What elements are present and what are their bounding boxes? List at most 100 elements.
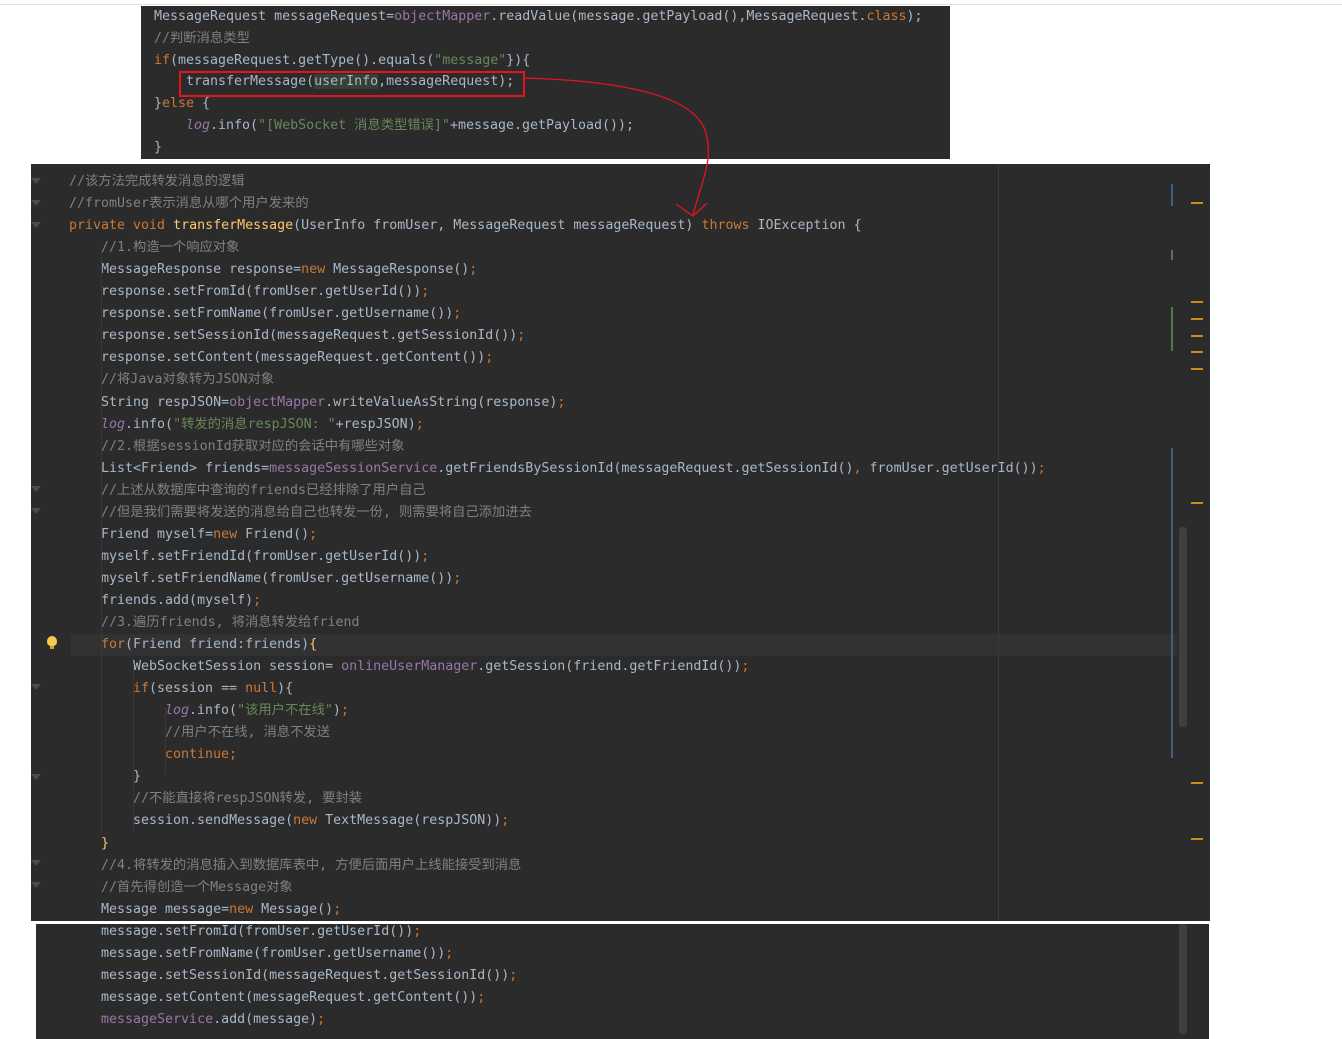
code-token: ; [741,659,750,675]
code-token: ; [509,968,518,983]
code-token: ; [453,570,462,586]
warning-marker [1191,335,1203,337]
code-line: if(messageRequest.getType().equals("mess… [154,50,530,72]
code-token: "该用户不在线" [237,703,333,719]
code-token: class [866,9,907,24]
code-token: ){ [277,681,294,697]
code-token: } [133,769,142,785]
code-token: //但是我们需要将发送的消息给自己也转发一份, 则需要将自己添加进去 [101,504,532,520]
code-editor-main[interactable]: //该方法完成转发消息的逻辑 //fromUser表示消息从哪个用户发来的 priv… [31,164,1210,921]
code-token: for [101,637,126,653]
code-line: messageService.add(message); [101,1009,325,1031]
code-token: if [154,52,171,68]
lightbulb-icon[interactable] [47,636,57,649]
code-token: .getFriendsBySessionId(messageRequest.ge… [437,460,854,476]
code-line: //3.遍历friends, 将消息转发给friend [101,612,359,634]
change-marker [1171,184,1173,206]
code-token: .readValue(message.getPayload(),MessageR… [490,9,867,24]
code-token: (session == [149,681,246,697]
code-line: if(session == null){ [133,678,293,700]
code-token: message.setFromName(fromUser.getUsername… [101,946,446,961]
code-line: //1.构造一个响应对象 [101,237,239,259]
fold-marker-icon[interactable] [31,200,41,206]
code-token: new [293,813,326,829]
code-token: //上述从数据库中查询的friends已经排除了用户自己 [101,482,426,498]
fold-marker-icon[interactable] [31,486,41,492]
code-token: new [213,526,246,542]
code-token: +message.getPayload()); [449,118,635,133]
scrollbar-thumb[interactable] [1179,527,1187,727]
code-token: } [154,139,163,155]
code-token: "转发的消息respJSON: " [173,416,336,432]
highlight-box [179,71,525,97]
code-line: String respJSON=objectMapper.writeValueA… [101,392,565,414]
fold-marker-icon[interactable] [31,684,41,690]
editor-scrollbar[interactable] [1177,164,1189,921]
code-line: response.setFromId(fromUser.getUserId())… [101,281,429,303]
code-token: (messageRequest.getType().equals( [170,52,435,68]
code-token: ; [340,703,349,719]
code-token: //不能直接将respJSON转发, 要封装 [133,791,363,807]
code-token: continue; [165,747,238,763]
code-token: //1.构造一个响应对象 [101,240,240,256]
fold-marker-icon[interactable] [31,178,41,184]
code-token: ; [317,1012,326,1027]
warning-marker [1191,202,1203,204]
code-line: } [154,137,162,159]
code-token: //fromUser表示消息从哪个用户发来的 [69,196,309,212]
code-token: onlineUserManager [341,659,478,675]
fold-marker-icon[interactable] [31,882,41,888]
code-line: message.setSessionId(messageRequest.getS… [101,965,517,987]
code-token: ; [421,548,430,564]
editor-gutter [31,164,71,921]
code-line: friends.add(myself); [101,590,261,612]
code-token: ; [477,990,486,1005]
code-token: ; [413,924,422,939]
code-token: message.setSessionId(messageRequest.getS… [101,968,510,983]
code-line: log.info("转发的消息respJSON: "+respJSON); [101,414,424,436]
code-token: IOException { [757,218,862,234]
warning-marker [1191,838,1203,840]
scrollbar-thumb[interactable] [1179,924,1187,1034]
code-token: friends.add(myself) [101,592,254,608]
code-token: } [154,96,163,112]
change-marker [1171,250,1173,260]
fold-marker-icon[interactable] [31,774,41,780]
warning-marker [1191,351,1203,353]
fold-marker-icon[interactable] [31,508,41,514]
indent-guide [101,252,102,834]
indent-guide [165,708,166,774]
code-token: ; [309,526,318,542]
code-token: (Friend friend:friends) [125,637,310,653]
code-token: session.sendMessage( [133,813,294,829]
fold-marker-icon[interactable] [31,222,41,228]
code-line: //2.根据sessionId获取对应的会话中有哪些对象 [101,436,405,458]
code-token: //2.根据sessionId获取对应的会话中有哪些对象 [101,438,405,454]
code-token: ; [501,813,510,829]
code-line: myself.setFriendName(fromUser.getUsernam… [101,568,461,590]
code-line: //不能直接将respJSON转发, 要封装 [133,788,362,810]
code-token: new [229,901,262,917]
code-token: messageService [101,1012,214,1027]
fold-marker-icon[interactable] [31,860,41,866]
code-token: //3.遍历friends, 将消息转发给friend [101,615,360,630]
code-token: WebSocketSession session= [133,659,342,675]
code-line: //用户不在线, 消息不发送 [165,722,330,744]
code-line: //将Java对象转为JSON对象 [101,369,274,391]
code-line: private void transferMessage(UserInfo fr… [69,215,862,237]
change-marker [1171,448,1173,758]
code-token: MessageResponse response= [101,262,302,278]
code-token: .getSession(friend.getFriendId()) [477,659,742,675]
code-token: ; [333,901,342,917]
code-line: //但是我们需要将发送的消息给自己也转发一份, 则需要将自己添加进去 [101,502,532,524]
code-token: .info( [125,416,174,432]
code-token: response.setSessionId(messageRequest.get… [101,328,518,344]
code-token: ; [421,284,430,300]
code-token: myself.setFriendName(fromUser.getUsernam… [101,570,454,586]
code-line: Friend myself=new Friend(); [101,524,317,546]
continuation-scrollbar[interactable] [1177,924,1189,1039]
code-token: //该方法完成转发消息的逻辑 [69,174,245,189]
warning-marker [1191,318,1203,320]
code-token: myself.setFriendId(fromUser.getUserId()) [101,548,422,564]
code-token: ; [453,306,462,322]
